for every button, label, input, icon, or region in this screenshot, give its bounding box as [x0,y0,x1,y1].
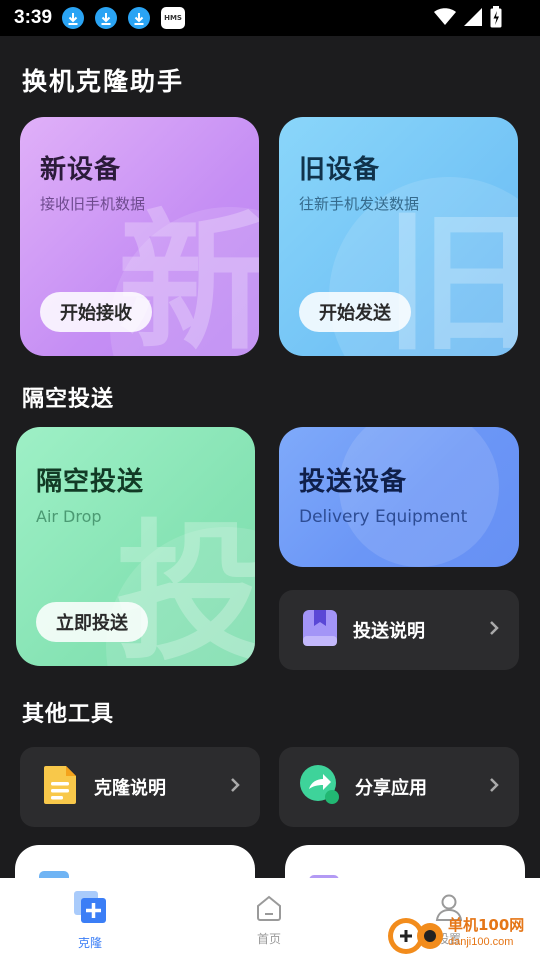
share-icon [299,764,341,810]
send-now-button[interactable]: 立即投送 [36,602,148,642]
clone-icon [71,888,109,930]
section-tools-title: 其他工具 [22,702,115,727]
new-device-subtitle: 接收旧手机数据 [40,195,146,213]
new-watermark: 新 [118,197,259,356]
page-title: 换机克隆助手 [22,67,185,96]
old-device-card[interactable]: 旧 旧设备 往新手机发送数据 开始发送 [279,117,518,356]
airdrop-watermark: 投 [116,507,255,666]
nav-home-label: 首页 [256,932,281,946]
share-app-label: 分享应用 [355,778,427,799]
airdrop-subtitle: Air Drop [36,507,102,526]
download-icon [95,7,118,29]
old-device-title: 旧设备 [299,155,381,185]
section-airdrop-title: 隔空投送 [22,387,115,412]
start-receive-button[interactable]: 开始接收 [40,292,152,332]
chevron-right-icon [230,777,240,797]
delivery-help-item[interactable]: 投送说明 [279,590,519,670]
old-watermark: 旧 [384,197,518,356]
old-device-subtitle: 往新手机发送数据 [299,195,420,213]
wifi-icon [434,8,456,25]
chevron-right-icon [489,620,499,640]
status-time: 3:39 [14,7,53,28]
clone-help-label: 克隆说明 [94,778,166,799]
site-watermark: 单机100网 danji100.com [386,912,538,958]
delivery-subtitle: Delivery Equipment [299,507,468,527]
bookmark-icon [301,608,339,652]
battery-icon [490,6,502,28]
status-bar: 3:39 HMS [0,0,540,36]
new-device-card[interactable]: 新 新设备 接收旧手机数据 开始接收 [20,117,259,356]
site-name: 单机100网 [448,916,525,934]
share-app-item[interactable]: 分享应用 [279,747,519,827]
hms-icon: HMS [161,7,186,29]
start-send-button[interactable]: 开始发送 [299,292,411,332]
clone-help-item[interactable]: 克隆说明 [20,747,260,827]
airdrop-card[interactable]: 投 隔空投送 Air Drop 立即投送 [16,427,255,666]
nav-clone[interactable]: 克隆 [50,888,130,951]
site-logo-icon [388,918,443,954]
new-device-title: 新设备 [40,155,122,185]
airdrop-title: 隔空投送 [36,467,145,497]
download-icon [128,7,151,29]
nav-clone-label: 克隆 [77,936,102,950]
signal-icon [464,8,482,26]
document-icon [42,764,80,810]
site-url: danji100.com [448,936,514,948]
nav-home[interactable]: 首页 [229,894,309,947]
delivery-title: 投送设备 [299,467,408,497]
home-icon [255,894,283,926]
delivery-equipment-card[interactable]: 投送设备 Delivery Equipment [279,427,519,567]
chevron-right-icon [489,777,499,797]
download-icon [62,7,85,29]
delivery-help-label: 投送说明 [353,621,425,642]
